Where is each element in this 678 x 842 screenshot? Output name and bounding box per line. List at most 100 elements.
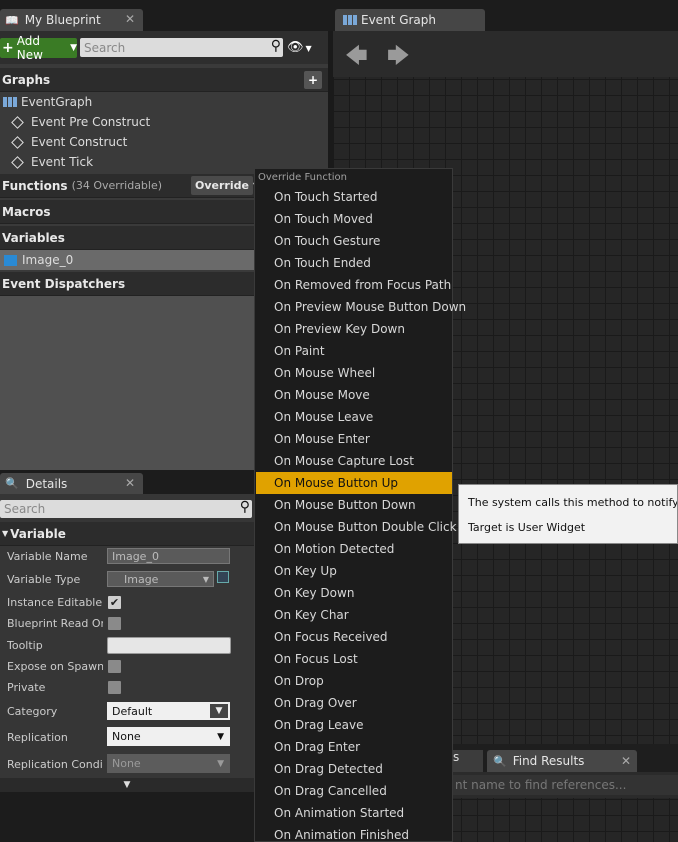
expose-on-spawn-checkbox[interactable] (108, 660, 121, 673)
details-search-input[interactable]: Search ⚲ (0, 499, 252, 518)
override-menu-item[interactable]: On Touch Started (256, 186, 452, 208)
replication-dropdown[interactable]: None ▼ (107, 727, 230, 746)
blueprint-read-only-checkbox[interactable] (108, 617, 121, 630)
override-menu-item[interactable]: On Mouse Capture Lost (256, 450, 452, 472)
book-icon: 📖 (5, 13, 19, 27)
graph-item-label: Event Tick (31, 155, 94, 169)
chevron-down-icon: ▼ (217, 731, 224, 742)
override-menu-item[interactable]: On Mouse Button Down (256, 494, 452, 516)
variable-item-label: Image_0 (22, 253, 74, 267)
variable-section-header[interactable]: ▼ Variable (0, 522, 254, 546)
find-bar: nt name to find references... (453, 772, 678, 798)
event-diamond-icon (11, 135, 24, 149)
prop-label: Variable Type (7, 572, 81, 586)
override-menu-item[interactable]: On Mouse Wheel (256, 362, 452, 384)
override-menu-item[interactable]: On Mouse Enter (256, 428, 452, 450)
private-checkbox[interactable] (108, 681, 121, 694)
my-blueprint-tab[interactable]: 📖 My Blueprint ✕ (0, 9, 143, 31)
find-results-tab[interactable]: 🔍 Find Results ✕ (487, 750, 637, 772)
graph-item-event-pre-construct[interactable]: Event Pre Construct (0, 112, 328, 132)
my-blueprint-tabstrip: 📖 My Blueprint ✕ (0, 0, 328, 31)
tooltip-description: The system calls this method to notify t… (468, 496, 678, 509)
graph-item-eventgraph[interactable]: EventGraph (0, 92, 328, 112)
override-menu-item[interactable]: On Drag Leave (256, 714, 452, 736)
override-button[interactable]: Override ▼ (191, 176, 259, 195)
compiler-results-tab[interactable]: s (453, 750, 483, 772)
override-menu-item[interactable]: On Touch Moved (256, 208, 452, 230)
prop-label: Instance Editable (7, 595, 103, 609)
view-options-eye-icon[interactable]: 👁 ▼ (287, 40, 312, 55)
magnifier-icon: 🔍 (493, 754, 507, 768)
event-diamond-icon (11, 155, 24, 169)
prop-label: Category (7, 704, 58, 718)
override-menu-item[interactable]: On Motion Detected (256, 538, 452, 560)
override-menu-item[interactable]: On Touch Ended (256, 252, 452, 274)
variable-type-dropdown[interactable]: Image ▼ (107, 571, 214, 587)
override-menu-item[interactable]: On Drag Cancelled (256, 780, 452, 802)
find-references-input[interactable]: nt name to find references... (453, 775, 678, 795)
override-menu-item[interactable]: On Drop (256, 670, 452, 692)
container-type-icon[interactable] (217, 571, 229, 583)
category-dropdown[interactable]: Default ▼ (107, 702, 230, 720)
replication-condition-dropdown[interactable]: None ▼ (107, 754, 230, 773)
chevron-down-icon: ▼ (210, 704, 228, 718)
override-menu-item[interactable]: On Mouse Leave (256, 406, 452, 428)
override-menu-header: Override Function (258, 172, 347, 183)
graph-item-event-construct[interactable]: Event Construct (0, 132, 328, 152)
override-menu-item[interactable]: On Drag Detected (256, 758, 452, 780)
details-tab[interactable]: 🔍 Details ✕ (0, 473, 143, 494)
forward-arrow-icon[interactable]: 🡆 (387, 39, 410, 77)
override-menu-item[interactable]: On Removed from Focus Path (256, 274, 452, 296)
variable-name-field[interactable]: Image_0 (107, 548, 230, 564)
my-blueprint-tab-title: My Blueprint (24, 13, 101, 27)
prop-label: Blueprint Read Onl (7, 616, 103, 630)
close-icon[interactable]: ✕ (621, 754, 631, 768)
override-menu-item[interactable]: On Key Down (256, 582, 452, 604)
graph-nav-bar: 🡄 🡆 (333, 31, 678, 77)
override-menu-item[interactable]: On Focus Lost (256, 648, 452, 670)
prop-blueprint-read-only: Blueprint Read Onl (0, 612, 254, 634)
prop-variable-type: Variable Type Image ▼ (0, 568, 254, 590)
tooltip-field[interactable] (107, 636, 231, 654)
find-results-label: Find Results (512, 754, 585, 768)
graphs-section-header[interactable]: Graphs + (0, 68, 328, 92)
override-menu-item[interactable]: On Touch Gesture (256, 230, 452, 252)
close-icon[interactable]: ✕ (125, 12, 135, 26)
graph-item-label: EventGraph (21, 95, 93, 109)
collapse-arrow-icon: ▼ (2, 529, 9, 538)
override-menu-item[interactable]: On Drag Enter (256, 736, 452, 758)
close-icon[interactable]: ✕ (125, 476, 135, 490)
override-menu-item[interactable]: On Paint (256, 340, 452, 362)
override-menu-item[interactable]: On Mouse Button Up (256, 472, 452, 494)
graphs-header: Graphs (2, 72, 51, 87)
override-menu-item[interactable]: On Animation Started (256, 802, 452, 824)
advanced-expand-arrow-icon[interactable]: ▼ (0, 778, 254, 792)
graph-item-label: Event Pre Construct (31, 115, 151, 129)
back-arrow-icon[interactable]: 🡄 (345, 39, 368, 77)
category-value: Default (112, 704, 153, 718)
override-menu-item[interactable]: On Mouse Button Double Click (256, 516, 457, 538)
instance-editable-checkbox[interactable]: ✔ (108, 596, 121, 609)
override-menu-item[interactable]: On Key Char (256, 604, 452, 626)
prop-replication: Replication None ▼ (0, 726, 254, 748)
my-blueprint-search-input[interactable]: Search ⚲ (80, 38, 283, 57)
prop-label: Tooltip (7, 638, 43, 652)
override-menu-item[interactable]: On Animation Finished (256, 824, 452, 842)
event-graph-icon (3, 97, 17, 107)
variable-section-title: Variable (10, 526, 66, 541)
magnifier-icon: 🔍 (5, 477, 19, 490)
override-menu-item[interactable]: On Preview Key Down (256, 318, 452, 340)
override-label: Override (195, 179, 249, 192)
override-menu-item[interactable]: On Drag Over (256, 692, 452, 714)
override-menu-item[interactable]: On Preview Mouse Button Down (256, 296, 466, 318)
override-menu-item[interactable]: On Mouse Move (256, 384, 452, 406)
chevron-down-icon: ▼ (70, 43, 77, 53)
event-graph-tab[interactable]: Event Graph (335, 9, 485, 31)
override-menu-item[interactable]: On Key Up (256, 560, 452, 582)
search-icon: ⚲ (239, 499, 250, 515)
add-graph-plus-icon[interactable]: + (304, 71, 322, 89)
find-placeholder: nt name to find references... (455, 778, 627, 792)
add-new-button[interactable]: + Add New ▼ (0, 34, 77, 62)
prop-tooltip: Tooltip (0, 634, 254, 656)
override-menu-item[interactable]: On Focus Received (256, 626, 452, 648)
